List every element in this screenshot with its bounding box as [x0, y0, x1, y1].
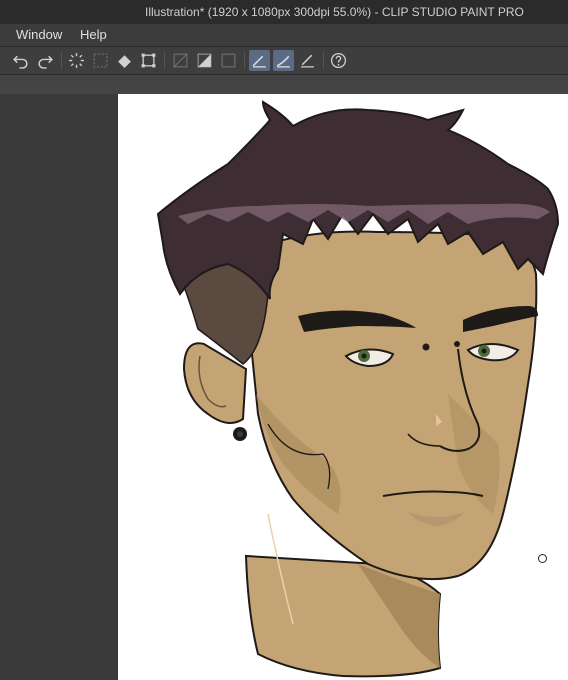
- clip-button[interactable]: [194, 50, 215, 71]
- toolbar-separator: [323, 52, 324, 69]
- menu-bar: Window Help: [0, 24, 568, 47]
- clip-icon: [197, 53, 212, 68]
- toolbar-separator: [164, 52, 165, 69]
- clear-selection-icon: [69, 53, 84, 68]
- left-panel: [0, 94, 118, 680]
- transform-button[interactable]: [138, 50, 159, 71]
- help-button[interactable]: [328, 50, 349, 71]
- fill-icon: [118, 55, 131, 68]
- reference-layer-button[interactable]: [218, 50, 239, 71]
- tool-property-bar: [0, 75, 568, 94]
- window-title: Illustration* (1920 x 1080px 300dpi 55.0…: [145, 5, 524, 19]
- command-bar: [0, 47, 568, 75]
- illustration: [156, 100, 560, 678]
- redo-icon: [38, 55, 53, 69]
- layer-mask-icon: [173, 53, 188, 68]
- layer-mask-button[interactable]: [170, 50, 191, 71]
- help-icon: [330, 52, 347, 69]
- menu-help[interactable]: Help: [80, 24, 107, 46]
- toolbar-separator: [244, 52, 245, 69]
- menu-window[interactable]: Window: [16, 24, 62, 46]
- draw-line-stroke-button[interactable]: [273, 50, 294, 71]
- undo-button[interactable]: [10, 50, 31, 71]
- brush-cursor-icon: [538, 554, 547, 563]
- title-bar: Illustration* (1920 x 1080px 300dpi 55.0…: [0, 0, 568, 24]
- ruler-snap-icon: [301, 54, 314, 68]
- draw-line-stroke-icon: [276, 55, 290, 68]
- transform-icon: [141, 53, 156, 68]
- redo-button[interactable]: [35, 50, 56, 71]
- canvas-area[interactable]: [118, 94, 568, 680]
- fill-button[interactable]: [114, 50, 135, 71]
- select-all-button[interactable]: [90, 50, 111, 71]
- ruler-snap-button[interactable]: [297, 50, 318, 71]
- clear-selection-button[interactable]: [66, 50, 87, 71]
- toolbar-separator: [61, 52, 62, 69]
- reference-layer-icon: [221, 53, 236, 68]
- draw-line-icon: [252, 55, 266, 68]
- select-all-icon: [93, 53, 108, 68]
- draw-line-button[interactable]: [249, 50, 270, 71]
- undo-icon: [13, 55, 28, 69]
